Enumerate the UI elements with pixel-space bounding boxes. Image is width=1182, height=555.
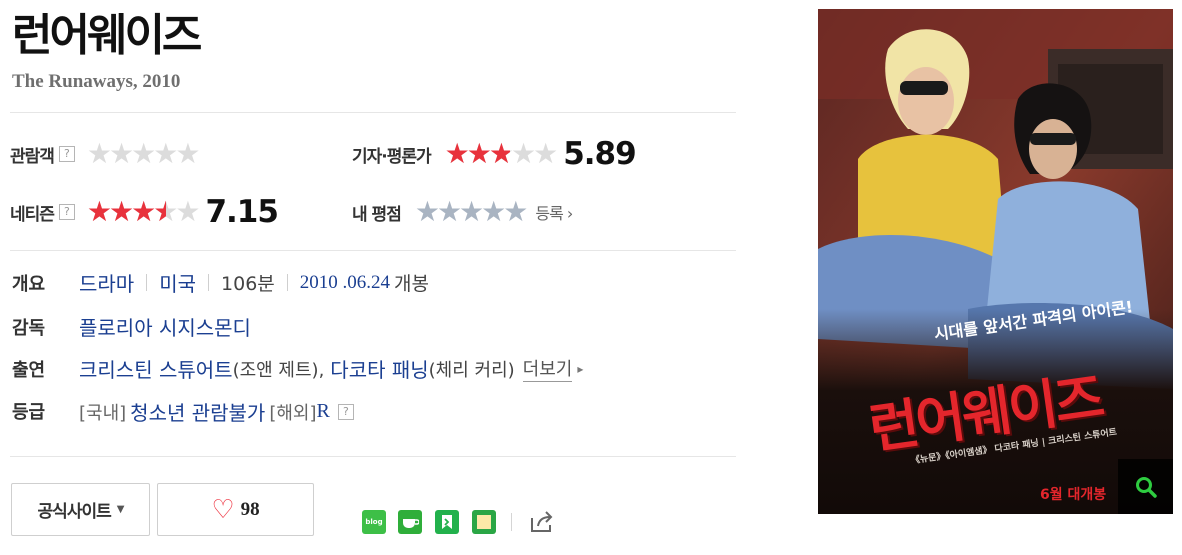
runtime: 106분 [221,273,275,295]
caret-right-icon: ▸ [577,361,584,376]
stars-base: ★★★★★ [86,137,201,170]
director-link[interactable]: 플로리아 시지스몬디 [79,312,251,341]
rating-netizen: 네티즌 ? ★★★★★ ★★★★★ 7.15 [10,194,279,230]
critics-label: 기자·평론가 [352,146,432,167]
naver-cafe-icon[interactable] [398,510,422,534]
domestic-prefix: [국내] [79,402,127,424]
role-text: (체리 커리) [428,359,515,381]
netizen-score: 7.15 [205,194,278,230]
chevron-right-icon: › [566,204,573,223]
audience-label: 관람객 [10,146,55,167]
register-label: 등록 [535,204,563,223]
movie-poster[interactable]: 시대를 앞서간 파격의 아이콘! 런어웨이즈 《뉴문》《아이엠샘》 다코타 패닝… [818,9,1173,514]
divider [10,112,736,113]
overview-label: 개요 [12,274,46,295]
memo-icon[interactable] [472,510,496,534]
foreign-grade-link[interactable]: R [317,400,330,423]
stars-base: ★★★★★ [414,195,529,228]
official-site-button[interactable]: 공식사이트 ▼ [11,483,150,536]
separator [208,274,210,291]
official-site-label: 공식사이트 [37,502,112,522]
grade-label: 등급 [12,402,46,423]
cast-values: 크리스틴 스튜어트 (조앤 제트), 다코타 패닝 (체리 커리) 더보기 ▸ [79,354,583,383]
actor-link[interactable]: 다코타 패닝 [330,354,428,383]
heart-icon: ♡ [211,494,235,525]
help-icon[interactable]: ? [337,403,354,420]
divider [10,250,736,251]
role-text: (조앤 제트), [232,359,325,381]
divider [511,513,512,531]
stars-fill: ★★★★★ [444,140,510,168]
netizen-label: 네티즌 [10,204,55,225]
help-icon[interactable]: ? [58,146,75,162]
director-values: 플로리아 시지스몬디 [79,312,251,341]
movie-subtitle: The Runaways, 2010 [12,71,181,92]
separator [146,274,148,291]
release-date-link[interactable]: 2010 .06.24 [300,272,390,294]
netizen-stars: ★★★★★ ★★★★★ [86,198,201,226]
rating-mine: 내 평점 ★★★★★ ★★★★★ 등록 › [352,195,573,229]
naver-blog-icon[interactable]: blog [362,510,386,534]
critics-score: 5.89 [563,136,636,172]
my-rating-label: 내 평점 [352,204,402,225]
register-rating-link[interactable]: 등록 › [535,200,573,224]
my-rating-stars[interactable]: ★★★★★ ★★★★★ [414,195,529,228]
keep-icon[interactable] [435,510,459,534]
movie-title: 런어웨이즈 [12,10,202,61]
overview-values: 드라마 미국 106분 2010 .06.24 개봉 [79,268,429,297]
divider [10,456,736,457]
actor-link[interactable]: 크리스틴 스튜어트 [79,354,233,383]
grade-values: [국내] 청소년 관람불가 [해외] R ? [79,397,354,426]
rating-audience: 관람객 ? ★★★★★ ★★★★★ [10,137,201,171]
like-count: 98 [240,498,260,520]
cast-more-link[interactable]: 더보기 [522,355,573,382]
stars-fill: ★★★★★ [86,198,166,226]
domestic-grade-link[interactable]: 청소년 관람불가 [130,397,265,426]
separator [286,274,288,291]
country-link[interactable]: 미국 [159,268,196,297]
foreign-prefix: [해외] [269,402,317,424]
director-label: 감독 [12,318,46,339]
poster-zoom-button[interactable] [1118,459,1173,514]
release-suffix: 개봉 [394,273,429,295]
genre-link[interactable]: 드라마 [79,268,134,297]
critics-stars: ★★★★★ ★★★★★ [444,140,559,168]
rating-critics: 기자·평론가 ★★★★★ ★★★★★ 5.89 [352,136,637,172]
like-button[interactable]: ♡ 98 [157,483,314,536]
blog-icon-label: blog [365,518,383,526]
help-icon[interactable]: ? [58,204,75,220]
cast-label: 출연 [12,360,46,381]
search-icon [1135,476,1157,498]
caret-down-icon: ▼ [116,504,125,515]
poster-release: 6월 대개봉 [1040,487,1107,503]
share-icon[interactable] [526,506,556,536]
audience-stars: ★★★★★ ★★★★★ [86,137,201,170]
